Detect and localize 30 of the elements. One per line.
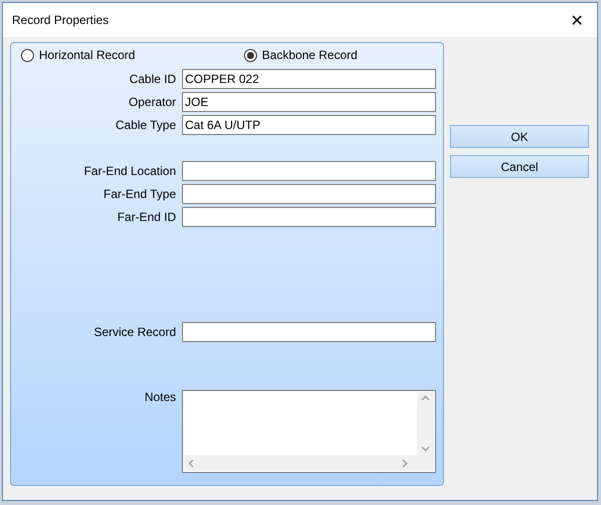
input-field[interactable] [182, 161, 436, 181]
field-label: Far-End Type [102, 187, 176, 201]
radio-option[interactable]: Backbone Record [244, 48, 358, 62]
input-field[interactable] [182, 184, 436, 204]
radio-button[interactable] [21, 48, 34, 62]
cancel-button[interactable]: Cancel [450, 155, 589, 178]
field-label: Cable Type [114, 118, 176, 132]
ok-button[interactable]: OK [450, 125, 589, 148]
field-label: Far-End ID [116, 210, 176, 224]
close-button[interactable]: ✕ [557, 3, 597, 37]
input-field[interactable]: COPPER 022 [182, 69, 436, 89]
scroll-up-icon[interactable] [421, 395, 430, 401]
field-label: Far-End Location [82, 164, 176, 178]
window-title: Record Properties [12, 13, 109, 27]
radio-option[interactable]: Horizontal Record [21, 48, 136, 62]
radio-label: Horizontal Record [39, 48, 136, 62]
input-field[interactable]: Cat 6A U/UTP [182, 115, 436, 135]
field-label: Notes [144, 390, 176, 404]
scroll-left-icon[interactable] [188, 458, 194, 468]
field-label: Operator [128, 95, 176, 109]
field-label: Service Record [92, 325, 176, 339]
input-field[interactable]: JOE [182, 92, 436, 112]
scroll-down-icon[interactable] [421, 446, 430, 452]
notes-field[interactable] [182, 390, 436, 473]
scroll-right-icon[interactable] [402, 458, 408, 468]
input-field[interactable] [182, 322, 436, 342]
field-label: Cable ID [128, 72, 176, 86]
radio-button[interactable] [244, 48, 258, 62]
radio-label: Backbone Record [262, 48, 358, 62]
input-field[interactable] [182, 207, 436, 227]
